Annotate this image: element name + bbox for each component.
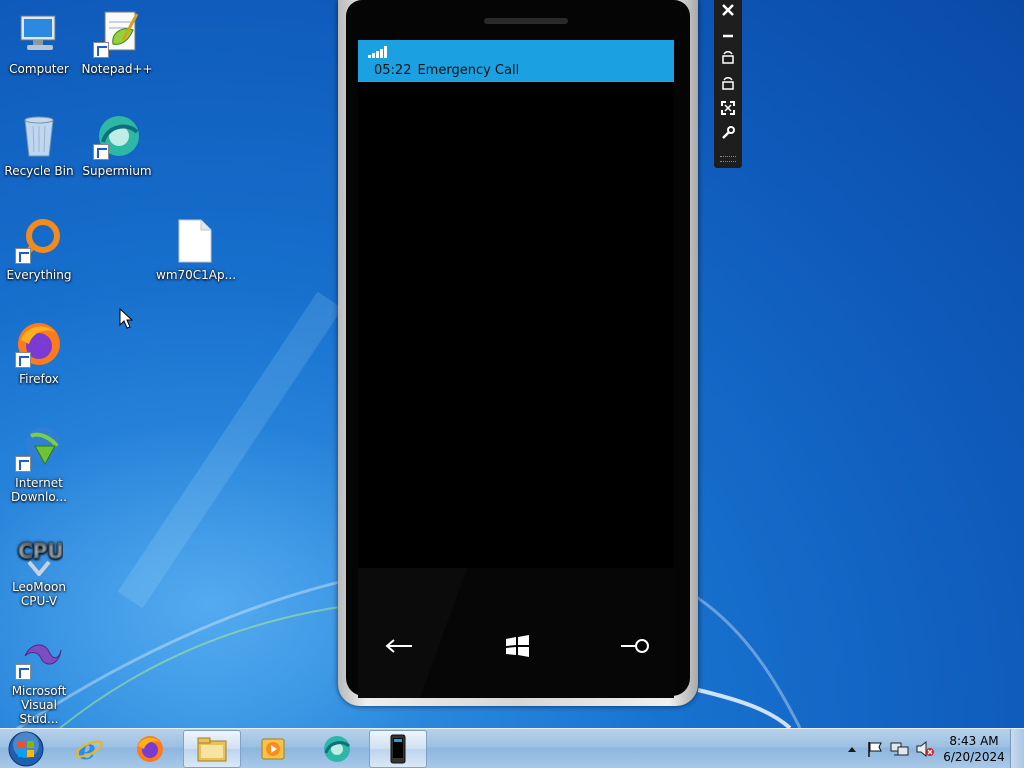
file-icon	[171, 216, 219, 264]
action-center-flag-icon	[868, 742, 882, 757]
supermium-icon	[324, 736, 350, 762]
desktop-icon-recycle-bin[interactable]: Recycle Bin	[0, 112, 78, 178]
notepadpp-icon	[93, 10, 141, 58]
back-button[interactable]	[384, 632, 414, 660]
back-arrow-icon	[385, 639, 412, 653]
close-icon	[722, 4, 734, 16]
windows-logo-icon	[506, 635, 529, 657]
emulator-rotate-right-button[interactable]	[718, 73, 738, 93]
shortcut-arrow-icon	[15, 456, 31, 472]
desktop-icon-label: Firefox	[19, 372, 59, 386]
phone-emulator-icon	[390, 734, 406, 764]
desktop-icon-label: Computer	[9, 62, 69, 76]
tools-icon	[722, 126, 735, 139]
desktop-icon-internet-download-manager[interactable]: Internet Downlo...	[0, 424, 78, 504]
desktop-icon-firefox[interactable]: Firefox	[0, 320, 78, 386]
desktop-icon-everything[interactable]: Everything	[0, 216, 78, 282]
action-center-button[interactable]	[866, 740, 884, 758]
shortcut-arrow-icon	[15, 664, 31, 680]
taskbar-internet-explorer[interactable]: e	[60, 730, 118, 768]
fit-to-screen-icon	[721, 101, 735, 115]
start-orb-icon	[8, 731, 44, 767]
toolbar-grip[interactable]	[720, 156, 736, 162]
minimize-icon	[723, 34, 733, 38]
shortcut-arrow-icon	[15, 352, 31, 368]
desktop-icon-cpu-v[interactable]: CPU LeoMoon CPU-V	[0, 528, 78, 609]
desktop-icon-label: Internet Downlo...	[11, 476, 67, 504]
emulator-toolbar	[714, 0, 742, 168]
taskbar-firefox[interactable]	[121, 730, 179, 768]
rotate-right-icon	[722, 77, 734, 90]
desktop-icon-label: LeoMoon CPU-V	[12, 580, 66, 608]
shortcut-arrow-icon	[15, 248, 31, 264]
lock-screen-status-bar: 05:22 Emergency Call	[358, 40, 674, 82]
taskbar-clock[interactable]: 8:43 AM 6/20/2024	[943, 733, 1005, 765]
emulator-rotate-left-button[interactable]	[718, 47, 738, 67]
visual-studio-icon	[15, 632, 63, 680]
volume-muted-icon	[916, 740, 934, 758]
taskbar-phone-emulator[interactable]	[369, 730, 427, 768]
clock-time: 8:43 AM	[949, 734, 999, 748]
clock-date: 6/20/2024	[943, 750, 1005, 764]
internet-explorer-icon: e	[75, 734, 103, 764]
emergency-call-label[interactable]: Emergency Call	[417, 63, 519, 78]
volume-button[interactable]	[915, 740, 935, 758]
search-button[interactable]	[620, 632, 650, 660]
file-explorer-icon	[197, 737, 227, 762]
computer-icon	[15, 10, 63, 58]
search-icon	[621, 639, 649, 653]
desktop-icon-label: Supermium	[82, 164, 152, 178]
shortcut-arrow-icon	[93, 144, 109, 160]
network-icon	[890, 742, 909, 756]
recycle-bin-icon	[15, 112, 63, 160]
start-orb-button[interactable]	[6, 731, 46, 767]
cpu-v-icon: CPU	[15, 528, 64, 578]
internet-download-manager-icon	[15, 424, 63, 472]
taskbar: e 8:43 AM 6/20/2024	[0, 728, 1024, 768]
media-player-icon	[261, 738, 285, 760]
earpiece-speaker	[484, 18, 568, 24]
taskbar-file-explorer[interactable]	[183, 730, 241, 768]
shortcut-arrow-icon	[93, 42, 109, 58]
desktop-icon-label: Recycle Bin	[4, 164, 74, 178]
emulator-tools-button[interactable]	[718, 123, 738, 143]
desktop-icon-notepadpp[interactable]: Notepad++	[78, 10, 156, 76]
desktop-icon-file[interactable]: wm70C1Ap...	[156, 216, 237, 282]
signal-strength-icon	[368, 46, 388, 58]
emulator-close-button[interactable]	[718, 0, 738, 20]
desktop-icon-computer[interactable]: Computer	[0, 10, 78, 76]
network-button[interactable]	[890, 740, 910, 758]
desktop-icon-label: Everything	[6, 268, 72, 282]
everything-icon	[15, 216, 63, 264]
start-button[interactable]	[503, 632, 531, 660]
emulator-minimize-button[interactable]	[718, 23, 738, 43]
desktop-icon-label: Notepad++	[81, 62, 153, 76]
status-line: 05:22 Emergency Call	[374, 63, 519, 78]
rotate-left-icon	[722, 51, 734, 64]
desktop-icon-supermium[interactable]: Supermium	[78, 112, 156, 178]
desktop-icon-visual-studio[interactable]: Microsoft Visual Stud...	[0, 632, 78, 726]
firefox-icon	[15, 320, 63, 368]
emulator-fit-button[interactable]	[718, 98, 738, 118]
phone-screen[interactable]: 05:22 Emergency Call	[358, 40, 674, 568]
taskbar-supermium[interactable]	[307, 730, 365, 768]
supermium-icon	[93, 112, 141, 160]
mouse-cursor	[119, 308, 133, 329]
firefox-icon	[137, 736, 163, 762]
system-tray: 8:43 AM 6/20/2024	[842, 729, 1024, 768]
desktop-icon-label: Microsoft Visual Stud...	[11, 684, 67, 726]
show-desktop-button[interactable]	[1010, 729, 1024, 768]
taskbar-media-player[interactable]	[244, 730, 302, 768]
desktop-icon-label: wm70C1Ap...	[156, 268, 237, 282]
svg-text:CPU: CPU	[18, 539, 63, 563]
show-hidden-icons-icon	[848, 747, 856, 752]
phone-clock: 05:22	[374, 63, 412, 78]
show-hidden-icons-button[interactable]	[846, 741, 858, 755]
